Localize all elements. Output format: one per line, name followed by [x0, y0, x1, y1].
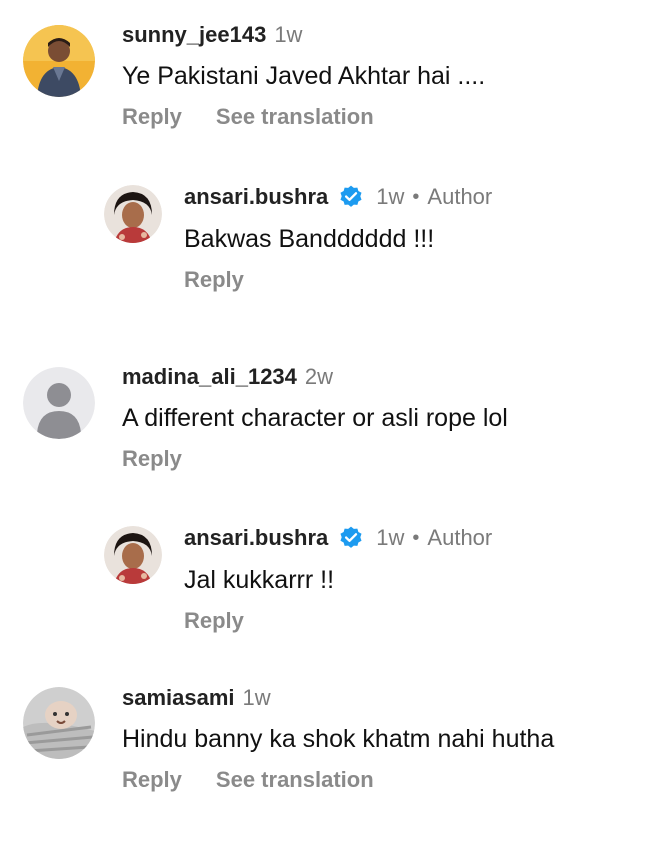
username[interactable]: ansari.bushra: [184, 184, 328, 210]
comment-text: Bakwas Bandddddd !!!: [184, 225, 435, 253]
verified-badge-icon: [340, 185, 362, 207]
comment-text: A different character or asli rope lol: [122, 404, 508, 432]
username[interactable]: madina_ali_1234: [122, 364, 297, 390]
username[interactable]: ansari.bushra: [184, 525, 328, 551]
avatar[interactable]: [104, 185, 162, 243]
timestamp: 1w: [242, 685, 271, 710]
avatar[interactable]: [23, 687, 95, 759]
timestamp: 1w: [376, 525, 405, 550]
avatar[interactable]: [23, 25, 95, 97]
comment-text: Ye Pakistani Javed Akhtar hai ....: [122, 62, 486, 90]
reply-button[interactable]: Reply: [122, 446, 182, 472]
separator-dot: •: [412, 185, 420, 208]
username[interactable]: samiasami: [122, 685, 235, 711]
see-translation-button[interactable]: See translation: [216, 104, 374, 130]
reply-button[interactable]: Reply: [184, 267, 244, 293]
timestamp: 1w: [274, 22, 303, 47]
reply-button[interactable]: Reply: [184, 608, 244, 634]
comment-text: Jal kukkarrr !!: [184, 566, 335, 594]
comment-text: Hindu banny ka shok khatm nahi hutha: [122, 725, 555, 753]
default-avatar-icon[interactable]: [23, 367, 95, 439]
username[interactable]: sunny_jee143: [122, 22, 266, 48]
timestamp: 2w: [304, 364, 334, 389]
reply-button[interactable]: Reply: [122, 767, 182, 793]
author-label: Author: [427, 525, 493, 550]
see-translation-button[interactable]: See translation: [216, 767, 374, 793]
reply-button[interactable]: Reply: [122, 104, 182, 130]
separator-dot: •: [412, 526, 420, 549]
author-label: Author: [427, 184, 493, 209]
verified-badge-icon: [340, 526, 362, 548]
timestamp: 1w: [376, 184, 405, 209]
avatar[interactable]: [104, 526, 162, 584]
